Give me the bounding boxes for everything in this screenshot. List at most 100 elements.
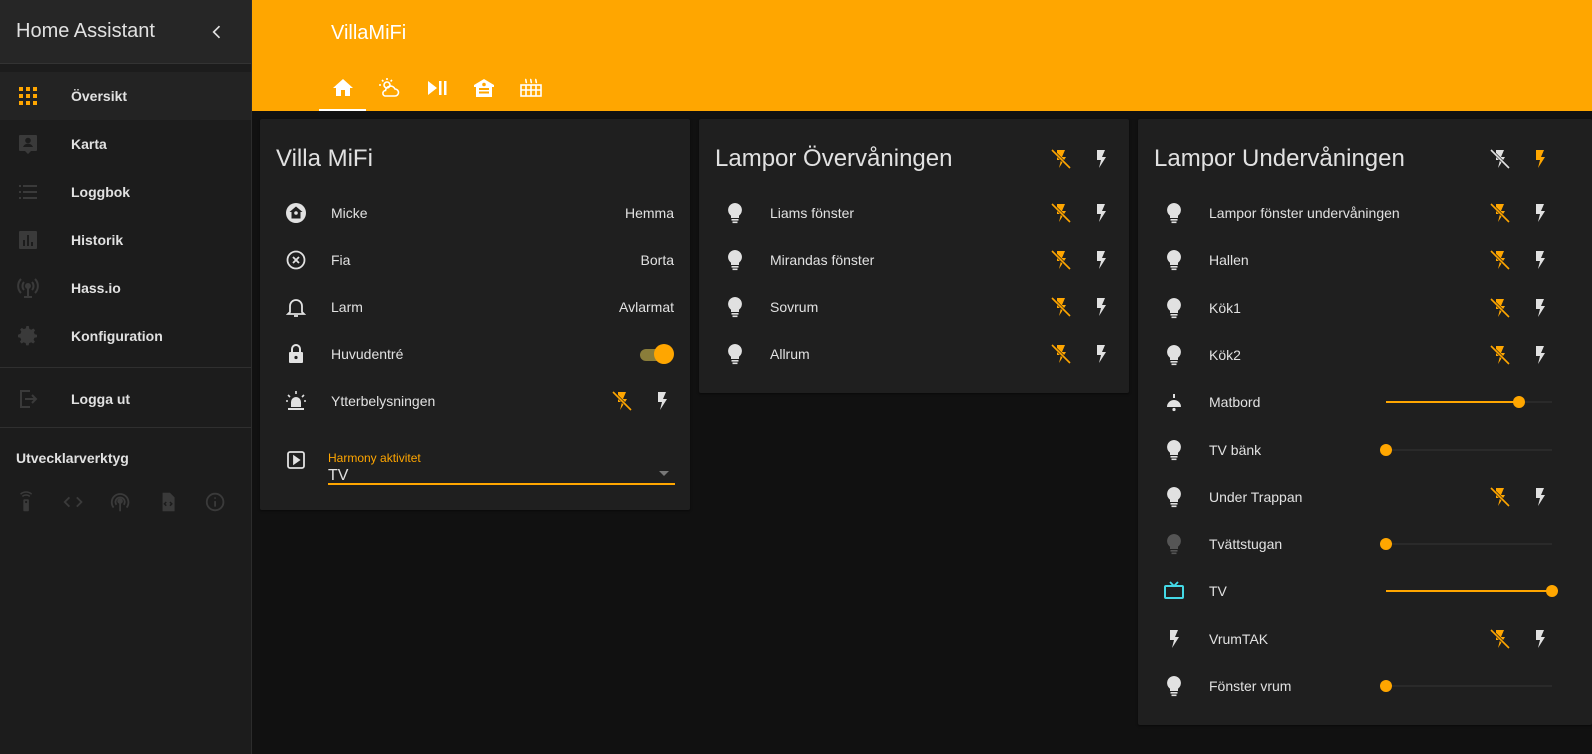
dev-tools bbox=[0, 490, 251, 514]
flash-icon[interactable] bbox=[1089, 248, 1113, 272]
sidebar-item-konfiguration[interactable]: Konfiguration bbox=[0, 312, 251, 360]
toggle-knob bbox=[654, 344, 674, 364]
brightness-slider[interactable] bbox=[1380, 538, 1552, 551]
flash-off-icon[interactable] bbox=[1049, 295, 1073, 319]
broadcast-icon[interactable] bbox=[109, 490, 131, 514]
entity-name: TV bänk bbox=[1209, 441, 1262, 458]
info-icon[interactable] bbox=[204, 490, 226, 514]
brightness-slider[interactable] bbox=[1386, 585, 1558, 598]
switch-buttons bbox=[1033, 342, 1113, 366]
flash-off-icon[interactable] bbox=[1488, 485, 1512, 509]
flash-off-icon[interactable] bbox=[1049, 147, 1073, 171]
flash-off-icon[interactable] bbox=[1488, 627, 1512, 651]
slider-knob[interactable] bbox=[1380, 538, 1392, 551]
entity-name: Fönster vrum bbox=[1209, 678, 1292, 694]
entity-name: VrumTAK bbox=[1209, 630, 1269, 647]
entity-name: Tvättstugan bbox=[1209, 536, 1283, 553]
entity-name: Fia bbox=[331, 252, 351, 268]
tab-weather[interactable] bbox=[366, 64, 413, 111]
card-title: Lampor Övervåningen bbox=[715, 145, 953, 172]
entity-row-lower-4: Matbord bbox=[1138, 382, 1592, 422]
bell-icon bbox=[285, 299, 307, 317]
brightness-slider[interactable] bbox=[1386, 396, 1552, 409]
entity-row-ytterbelysningen: Ytterbelysningen bbox=[260, 381, 690, 421]
group-toggle-buttons bbox=[1472, 147, 1552, 171]
lock-icon bbox=[289, 344, 303, 363]
play-pause-icon bbox=[427, 80, 446, 95]
slider-fill bbox=[1386, 590, 1552, 593]
sidebar-header: Home Assistant bbox=[0, 0, 251, 64]
slider-knob[interactable] bbox=[1380, 443, 1392, 456]
code-icon[interactable] bbox=[62, 490, 84, 514]
brightness-slider[interactable] bbox=[1380, 680, 1552, 692]
switch-buttons bbox=[1472, 296, 1552, 320]
sidebar-item-historik[interactable]: Historik bbox=[0, 216, 251, 264]
tab-garage[interactable] bbox=[460, 64, 507, 111]
entity-row-upper-1: Mirandas fönster bbox=[699, 240, 1129, 280]
sidebar-item-label: Historik bbox=[71, 232, 124, 248]
flash-off-icon[interactable] bbox=[1049, 342, 1073, 366]
lightbulb-icon bbox=[1167, 486, 1181, 507]
entity-row-lower-8: TV bbox=[1138, 571, 1592, 611]
flash-icon[interactable] bbox=[1528, 627, 1552, 651]
slider-knob[interactable] bbox=[1546, 585, 1558, 598]
flash-icon[interactable] bbox=[1528, 343, 1552, 367]
dev-tools-title: Utvecklarverktyg bbox=[16, 450, 129, 466]
entity-row-larm[interactable]: Larm Avlarmat bbox=[260, 287, 690, 327]
flash-icon[interactable] bbox=[1089, 342, 1113, 366]
flash-icon[interactable] bbox=[1528, 485, 1552, 509]
flash-off-icon[interactable] bbox=[1488, 147, 1512, 171]
flash-icon[interactable] bbox=[1528, 201, 1552, 225]
entity-name: Allrum bbox=[770, 346, 810, 362]
slider-knob[interactable] bbox=[1380, 680, 1392, 692]
lightbulb-icon bbox=[1167, 203, 1181, 224]
flash-off-icon[interactable] bbox=[610, 389, 634, 413]
file-code-icon[interactable] bbox=[157, 490, 179, 514]
flash-off-icon[interactable] bbox=[1488, 201, 1512, 225]
home-account-icon bbox=[286, 203, 306, 223]
flash-icon[interactable] bbox=[1089, 147, 1113, 171]
tab-home[interactable] bbox=[319, 64, 366, 111]
chart-bar-icon bbox=[19, 231, 37, 249]
flash-icon[interactable] bbox=[1528, 147, 1552, 171]
entity-name: Lampor fönster undervåningen bbox=[1209, 205, 1400, 221]
tab-heating[interactable] bbox=[507, 64, 554, 111]
slider-knob[interactable] bbox=[1512, 396, 1525, 409]
entity-row-lower-1: Hallen bbox=[1138, 240, 1592, 280]
harmony-activity-select[interactable]: Harmony aktivitet TV bbox=[328, 451, 675, 485]
brightness-slider[interactable] bbox=[1380, 443, 1552, 456]
sidebar-item-karta[interactable]: Karta bbox=[0, 120, 251, 168]
garage-icon bbox=[473, 78, 494, 97]
tab-media[interactable] bbox=[413, 64, 460, 111]
flash-off-icon[interactable] bbox=[1488, 248, 1512, 272]
view-title: VillaMiFi bbox=[331, 22, 407, 44]
flash-off-icon[interactable] bbox=[1488, 343, 1512, 367]
flash-icon[interactable] bbox=[1089, 295, 1113, 319]
antenna-icon bbox=[17, 278, 39, 298]
entity-row-fia[interactable]: Fia Borta bbox=[260, 240, 690, 280]
entity-name: Under Trappan bbox=[1209, 488, 1303, 505]
entity-row-lower-10: Fönster vrum bbox=[1138, 666, 1592, 706]
sidebar-item-hassio[interactable]: Hass.io bbox=[0, 264, 251, 312]
entity-row-upper-3: Allrum bbox=[699, 334, 1129, 374]
app-root: Home Assistant Översikt Karta Loggbok Hi… bbox=[0, 0, 1592, 754]
lightbulb-icon bbox=[728, 250, 742, 271]
flash-icon[interactable] bbox=[1528, 296, 1552, 320]
flash-icon[interactable] bbox=[650, 389, 674, 413]
flash-icon[interactable] bbox=[1089, 201, 1113, 225]
lock-toggle[interactable] bbox=[638, 344, 674, 364]
alarm-light-icon bbox=[286, 391, 306, 410]
sidebar-item-logout[interactable]: Logga ut bbox=[0, 375, 251, 423]
remote-icon[interactable] bbox=[15, 490, 37, 514]
sidebar-item-loggbok[interactable]: Loggbok bbox=[0, 168, 251, 216]
entity-row-micke[interactable]: Micke Hemma bbox=[260, 193, 690, 233]
chevron-left-icon[interactable] bbox=[207, 22, 227, 42]
sidebar-item-oversikt[interactable]: Översikt bbox=[0, 72, 251, 120]
flash-off-icon[interactable] bbox=[1488, 296, 1512, 320]
flash-off-icon[interactable] bbox=[1049, 248, 1073, 272]
entity-row-huvudentre: Huvudentré bbox=[260, 334, 690, 374]
lightbulb-icon bbox=[728, 297, 742, 318]
flash-off-icon[interactable] bbox=[1049, 201, 1073, 225]
flash-icon[interactable] bbox=[1528, 248, 1552, 272]
select-underline bbox=[328, 483, 675, 485]
